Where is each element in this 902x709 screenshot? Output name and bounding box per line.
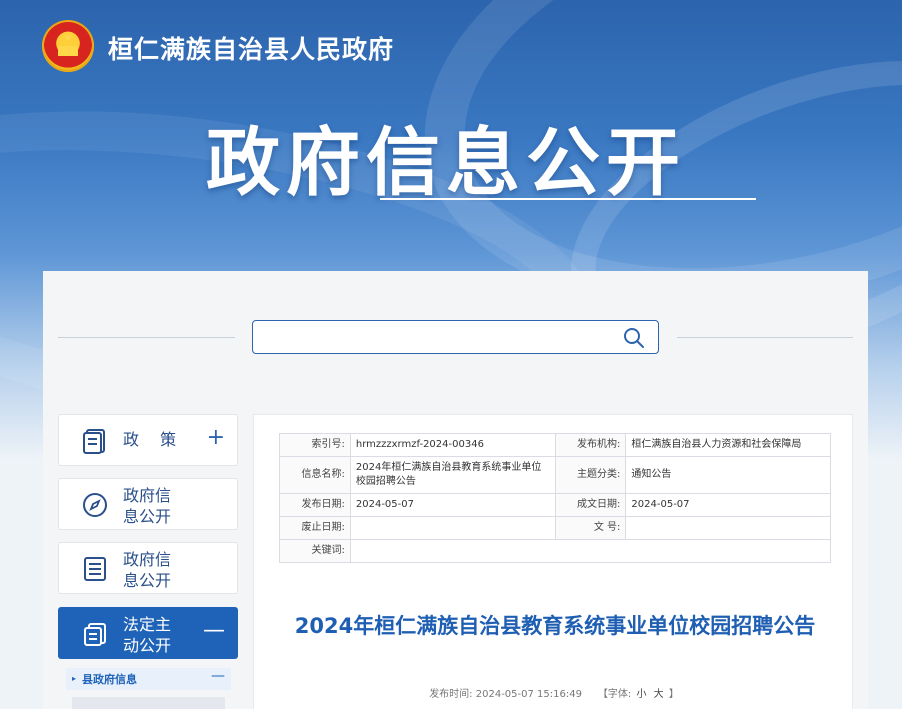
table-row: 信息名称: 2024年桓仁满族自治县教育系统事业单位校园招聘公告 主题分类: 通… bbox=[279, 456, 831, 494]
sidebar-item-label: 政府信息公开指南 bbox=[123, 550, 172, 593]
search-icon[interactable] bbox=[622, 326, 646, 350]
search-divider-right bbox=[677, 337, 853, 338]
info-metadata-table: 索引号: hrmzzzxrmzf-2024-00346 发布机构: 桓仁满族自治… bbox=[279, 433, 832, 563]
compass-icon bbox=[83, 493, 107, 517]
sidebar-item-disclosure-guide[interactable]: 政府信息公开指南 bbox=[58, 542, 238, 594]
banner-underline bbox=[380, 198, 756, 200]
keywords-value bbox=[349, 539, 832, 563]
sidebar-item-policy[interactable]: 政 策 + bbox=[58, 414, 238, 466]
article-title: 2024年桓仁满族自治县教育系统事业单位校园招聘公告 bbox=[294, 614, 816, 638]
list-icon bbox=[84, 557, 106, 581]
keywords-label: 关键词: bbox=[279, 539, 351, 563]
document-icon bbox=[83, 429, 105, 454]
table-row: 关键词: bbox=[279, 539, 832, 563]
publish-time-value: 2024-05-07 15:16:49 bbox=[475, 689, 582, 700]
national-emblem-icon[interactable]: ★ bbox=[42, 20, 94, 72]
abolish-date-label: 废止日期: bbox=[279, 516, 351, 540]
font-size-label: 【字体: bbox=[597, 689, 632, 700]
main-panel: 政 策 + 政府信息公开制度 政府信息公开指南 法定主动公开内容 — ▸ 县政府… bbox=[43, 271, 868, 709]
publish-time-label: 发布时间: bbox=[429, 689, 473, 700]
topic-label: 主题分类: bbox=[554, 456, 627, 494]
doc-number-value bbox=[625, 516, 831, 540]
bullet-icon: ▸ bbox=[72, 674, 77, 683]
created-date-label: 成文日期: bbox=[554, 493, 627, 517]
table-row: 索引号: hrmzzzxrmzf-2024-00346 发布机构: 桓仁满族自治… bbox=[279, 433, 831, 457]
index-label: 索引号: bbox=[279, 433, 351, 457]
search-input[interactable] bbox=[261, 326, 611, 348]
collapse-icon[interactable]: — bbox=[203, 618, 225, 643]
pub-date-value: 2024-05-07 bbox=[349, 493, 556, 517]
topic-value: 通知公告 bbox=[625, 456, 831, 494]
sidebar-item-label: 政 策 bbox=[123, 430, 185, 449]
expand-icon[interactable]: + bbox=[207, 425, 225, 450]
table-row: 废止日期: 文 号: bbox=[279, 516, 831, 540]
pub-date-label: 发布日期: bbox=[279, 493, 351, 517]
sidebar-item-label: 政府信息公开制度 bbox=[123, 486, 172, 529]
article-content: 索引号: hrmzzzxrmzf-2024-00346 发布机构: 桓仁满族自治… bbox=[253, 414, 853, 709]
org-label: 发布机构: bbox=[554, 433, 627, 457]
org-value: 桓仁满族自治县人力资源和社会保障局 bbox=[625, 433, 831, 457]
sidebar-subitem-county-gov-info[interactable]: ▸ 县政府信息 — bbox=[66, 668, 231, 690]
index-value: hrmzzzxrmzf-2024-00346 bbox=[349, 433, 556, 457]
created-date-value: 2024-05-07 bbox=[625, 493, 831, 517]
font-large-button[interactable]: 大 bbox=[654, 689, 664, 700]
sidebar-item-disclosure-system[interactable]: 政府信息公开制度 bbox=[58, 478, 238, 530]
abolish-date-value bbox=[349, 516, 556, 540]
sidebar-subitem-placeholder[interactable] bbox=[72, 697, 225, 709]
name-value: 2024年桓仁满族自治县教育系统事业单位校园招聘公告 bbox=[349, 456, 556, 494]
banner-title: 政府信息公开 bbox=[206, 120, 686, 206]
sidebar-item-statutory-content[interactable]: 法定主动公开内容 — bbox=[58, 607, 238, 659]
search-box bbox=[252, 320, 659, 354]
collapse-icon[interactable]: — bbox=[211, 668, 225, 684]
table-row: 发布日期: 2024-05-07 成文日期: 2024-05-07 bbox=[279, 493, 831, 517]
doc-number-label: 文 号: bbox=[554, 516, 627, 540]
font-size-close: 】 bbox=[668, 689, 679, 700]
site-title[interactable]: 桓仁满族自治县人民政府 bbox=[108, 30, 394, 66]
search-divider-left bbox=[58, 337, 235, 338]
font-small-button[interactable]: 小 bbox=[636, 689, 646, 700]
sidebar-subitem-label: 县政府信息 bbox=[82, 673, 137, 686]
copy-icon bbox=[84, 623, 106, 646]
article-meta: 发布时间: 2024-05-07 15:16:49 【字体: 小 大 】 bbox=[254, 685, 854, 700]
sidebar-item-label: 法定主动公开内容 bbox=[123, 615, 172, 658]
name-label: 信息名称: bbox=[279, 456, 351, 494]
